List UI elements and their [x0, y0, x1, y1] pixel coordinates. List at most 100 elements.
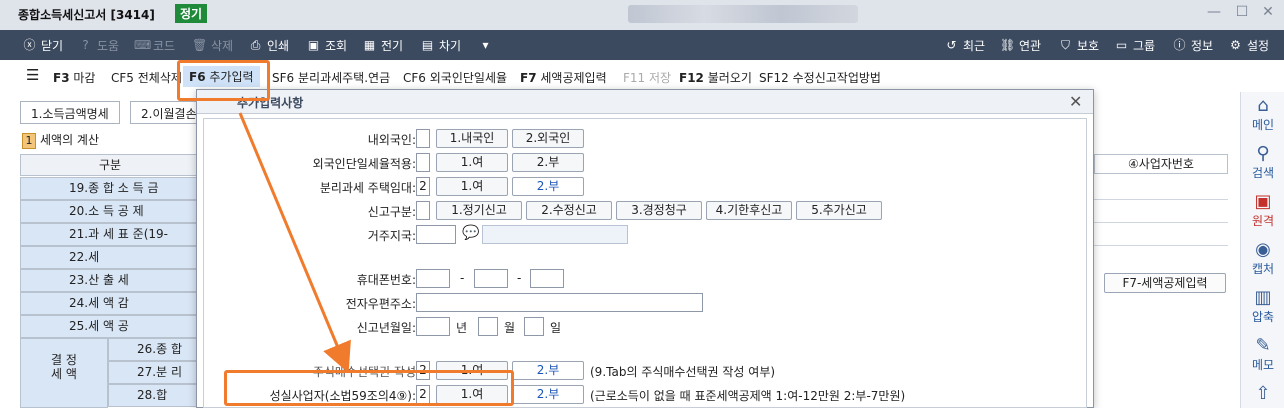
section-header: 1 세액의 계산: [22, 131, 99, 149]
related-button[interactable]: ⛓ 연관: [1000, 36, 1041, 54]
print-button[interactable]: ⎙ 인쇄: [248, 36, 289, 54]
table-row: 27.분 리: [108, 361, 200, 384]
nationality-option-1[interactable]: 1.내국인: [436, 129, 508, 148]
search-icon: ⚲: [1256, 143, 1270, 164]
tab-income-details[interactable]: 1.소득금액명세: [20, 101, 120, 124]
report-day-input[interactable]: [524, 317, 544, 336]
lookup-button[interactable]: ▣ 조회: [306, 36, 347, 54]
tax-credit-input-button[interactable]: F7-세액공제입력: [1104, 273, 1226, 293]
report-type-option-3[interactable]: 3.경정청구: [616, 201, 702, 220]
foreign-flat-label: 외국인단일세율적용:: [312, 157, 416, 171]
title-bar: 종합소득세신고서 [3414] 정기 — ☐ ✕: [0, 0, 1284, 30]
help-icon: ?: [82, 37, 89, 52]
fkey-cf5[interactable]: CF5 전체삭제: [111, 69, 182, 86]
separate-rent-option-2[interactable]: 2.부: [512, 177, 584, 196]
report-type-option-1[interactable]: 1.정기신고: [436, 201, 522, 220]
table-header: 구분: [20, 154, 200, 176]
recent-button[interactable]: ↺ 최근: [944, 36, 985, 54]
group-button[interactable]: ▭ 그룹: [1114, 36, 1155, 54]
report-type-label: 신고구분:: [367, 205, 416, 219]
printer-icon: ⎙: [250, 37, 261, 52]
close-icon[interactable]: ✕: [1069, 92, 1082, 111]
shield-icon: ⛉: [1060, 37, 1070, 52]
speech-bubble-icon[interactable]: 💬: [462, 225, 479, 241]
additional-input-modal: 추가입력사항 ✕ 내외국인: 1.내국인 2.외국인 외국인단일세율적용: 1.…: [196, 89, 1094, 408]
divider: [1094, 222, 1228, 223]
modal-body: 내외국인: 1.내국인 2.외국인 외국인단일세율적용: 1.여 2.부 분리과…: [203, 118, 1087, 408]
divider: [1094, 245, 1228, 246]
trash-icon: 🗑: [192, 37, 208, 52]
sidebar-item-capture[interactable]: ◉ 캡처: [1241, 240, 1284, 277]
sidebar-item-search[interactable]: ⚲ 검색: [1241, 144, 1284, 181]
maximize-icon[interactable]: ☐: [1232, 4, 1252, 24]
calendar-next-icon: ▤: [421, 37, 434, 52]
residence-code-input[interactable]: [416, 225, 456, 244]
sidebar-item-main[interactable]: ⌂ 메인: [1241, 96, 1284, 133]
fkey-f3[interactable]: F3 마감: [53, 69, 95, 86]
mobile-part2-input[interactable]: [474, 269, 508, 288]
foreign-flat-option-2[interactable]: 2.부: [512, 153, 584, 172]
close-window-icon[interactable]: ✕: [1258, 4, 1278, 24]
sidebar-item-compress[interactable]: ▥ 압축: [1241, 288, 1284, 325]
mobile-separator: -: [517, 271, 522, 285]
menu-icon[interactable]: ☰: [26, 66, 39, 84]
code-icon: ⌨: [134, 37, 152, 52]
month-suffix: 월: [504, 321, 516, 335]
prev-period-button[interactable]: ▦ 전기: [362, 36, 403, 54]
sidebar-item-memo[interactable]: ✎ 메모: [1241, 336, 1284, 373]
nationality-label: 내외국인:: [367, 133, 416, 147]
fkey-sf6[interactable]: SF6 분리과세주택.연금: [272, 69, 390, 86]
report-type-input[interactable]: [416, 201, 430, 220]
table-row: 20.소 득 공 제: [20, 200, 200, 223]
minimize-icon[interactable]: —: [1204, 4, 1224, 24]
next-period-button[interactable]: ▤ 차기: [420, 36, 461, 54]
lookup-icon: ▣: [307, 37, 320, 52]
folder-icon: ▭: [1115, 37, 1128, 52]
table-row: 24.세 액 감: [20, 292, 200, 315]
mobile-part1-input[interactable]: [416, 269, 450, 288]
main-toolbar: ⓧ 닫기 ? 도움 ⌨ 코드 🗑 삭제 ⎙ 인쇄 ▣ 조회 ▦ 전기 ▤ 차기 ▾ ↺ 최근 ⛓ 연…: [0, 30, 1284, 60]
more-dropdown[interactable]: ▾: [478, 36, 493, 54]
sidebar-item-more[interactable]: ⇧: [1241, 384, 1284, 404]
delete-button[interactable]: 🗑 삭제: [192, 36, 233, 54]
business-number-header: ④사업자번호: [1094, 154, 1228, 174]
nationality-option-2[interactable]: 2.외국인: [512, 129, 584, 148]
link-icon: ⛓: [1000, 37, 1016, 52]
fkey-cf6[interactable]: CF6 외국인단일세율: [403, 69, 507, 86]
report-type-option-2[interactable]: 2.수정신고: [526, 201, 612, 220]
separate-rent-input[interactable]: 2: [416, 177, 430, 196]
calendar-icon: ▦: [363, 37, 376, 52]
fkey-f12[interactable]: F12 불러오기: [679, 69, 752, 86]
highlight-faithful-business-box: [224, 370, 514, 406]
mobile-part3-input[interactable]: [530, 269, 564, 288]
report-type-option-4[interactable]: 4.기한후신고: [706, 201, 792, 220]
protect-button[interactable]: ⛉ 보호: [1058, 36, 1099, 54]
table-row: 21.과 세 표 준(19-: [20, 223, 200, 246]
residence-label: 거주지국:: [367, 229, 416, 243]
tab-carryover-loss[interactable]: 2.이월결손: [130, 101, 200, 124]
stock-option-2[interactable]: 2.부: [512, 361, 584, 380]
blurred-company-info: [628, 5, 858, 23]
sidebar-item-remote[interactable]: ▣ 원격: [1241, 192, 1284, 229]
chevron-down-icon: ▾: [482, 37, 489, 52]
fkey-f7[interactable]: F7 세액공제입력: [520, 69, 607, 86]
foreign-flat-input[interactable]: [416, 153, 430, 172]
fkey-f11[interactable]: F11 저장: [623, 69, 671, 86]
faithful-business-option-2[interactable]: 2.부: [512, 385, 584, 404]
settings-button[interactable]: ⚙ 설정: [1228, 36, 1269, 54]
separate-rent-option-1[interactable]: 1.여: [436, 177, 508, 196]
close-button[interactable]: ⓧ 닫기: [22, 36, 63, 54]
foreign-flat-option-1[interactable]: 1.여: [436, 153, 508, 172]
info-icon: ⓘ: [1173, 37, 1186, 52]
table-row: 25.세 액 공: [20, 315, 200, 338]
right-sidebar: ⌂ 메인 ⚲ 검색 ▣ 원격 ◉ 캡처 ▥ 압축 ✎ 메모 ⇧: [1240, 92, 1284, 408]
help-button[interactable]: ? 도움: [78, 36, 119, 54]
report-month-input[interactable]: [478, 317, 498, 336]
code-button[interactable]: ⌨ 코드: [134, 36, 175, 54]
info-button[interactable]: ⓘ 정보: [1172, 36, 1213, 54]
nationality-input[interactable]: [416, 129, 430, 148]
fkey-sf12[interactable]: SF12 수정신고작업방법: [759, 69, 881, 86]
report-type-option-5[interactable]: 5.추가신고: [796, 201, 882, 220]
report-year-input[interactable]: [416, 317, 450, 336]
email-input[interactable]: [416, 293, 703, 312]
